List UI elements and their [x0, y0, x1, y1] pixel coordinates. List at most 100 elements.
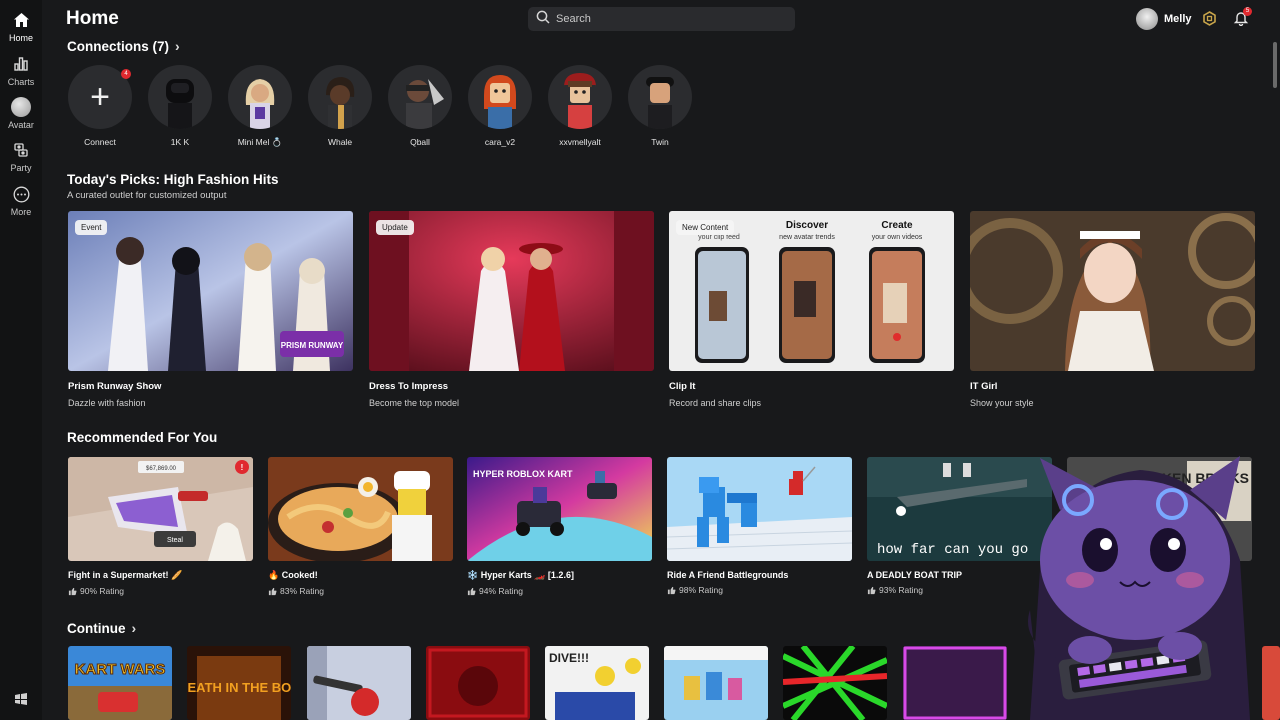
pick-tag: New Content: [676, 220, 735, 235]
connection-item[interactable]: cara_v2: [468, 65, 532, 147]
sidebar-item-party[interactable]: Party: [0, 140, 42, 173]
thumbs-up-icon: [667, 586, 676, 594]
pick-card[interactable]: your clip feed Discover new avatar trend…: [669, 211, 954, 408]
pick-title: Prism Runway Show: [68, 381, 162, 392]
steal-text: Steal: [167, 537, 183, 544]
continue-game-tile[interactable]: [903, 646, 1007, 720]
rating-text: 98% Rating: [679, 585, 723, 595]
connection-item[interactable]: xxvmellyalt: [548, 65, 612, 147]
thumbs-up-icon: [68, 587, 77, 595]
game-rating: 98% Rating: [667, 585, 852, 595]
connection-item[interactable]: Qball: [388, 65, 452, 147]
avatar: [388, 65, 452, 129]
game-thumbnail: HYPER ROBLOX KART: [467, 457, 652, 561]
clip-right-title: Create: [881, 220, 913, 231]
avatar-icon: [11, 97, 31, 117]
connection-item[interactable]: 1K K: [148, 65, 212, 147]
roblox-home-app: Home Charts Avatar Party More Home Searc…: [0, 0, 1280, 720]
pick-title: Clip It: [669, 381, 696, 392]
game-title: Fight in a Supermarket! 🥖: [68, 570, 183, 580]
continue-game-tile[interactable]: [307, 646, 411, 720]
continue-game-tile[interactable]: [664, 646, 768, 720]
connection-name: 1K K: [170, 137, 190, 147]
game-card[interactable]: $67,869.00 ! Steal Fight in a Supermarke…: [68, 457, 253, 596]
sidebar: Home Charts Avatar Party More: [0, 0, 42, 720]
sidebar-item-avatar[interactable]: Avatar: [0, 97, 42, 130]
picks-heading-label: Today's Picks: High Fashion Hits: [67, 172, 279, 187]
search-input[interactable]: [556, 13, 776, 25]
dive-logo: DIVE!!!: [549, 651, 589, 665]
pick-thumbnail: [970, 211, 1255, 371]
avatar: [308, 65, 372, 129]
clip-mid-sub: new avatar trends: [779, 234, 835, 241]
clip-mid-title: Discover: [786, 220, 828, 231]
pick-thumbnail: Update: [369, 211, 654, 371]
game-rating: 83% Rating: [268, 586, 453, 596]
continue-heading[interactable]: Continue ›: [67, 620, 136, 636]
continue-game-tile[interactable]: DIVE!!!: [545, 646, 649, 720]
connect-badge: 4: [121, 69, 131, 79]
sidebar-item-home[interactable]: Home: [0, 10, 42, 43]
pick-subtitle: Show your style: [970, 398, 1034, 408]
page-scrollbar[interactable]: [1273, 42, 1277, 88]
pick-thumbnail: your clip feed Discover new avatar trend…: [669, 211, 954, 371]
connection-name: cara_v2: [484, 137, 516, 147]
continue-game-tile[interactable]: KART WARS: [68, 646, 172, 720]
connection-item[interactable]: Whale: [308, 65, 372, 147]
game-title: ❄️ Hyper Karts 🏎️ [1.2.6]: [467, 570, 574, 580]
connection-item[interactable]: Twin: [628, 65, 692, 147]
sidebar-item-label: Home: [8, 33, 33, 43]
avatar: [548, 65, 612, 129]
sidebar-item-charts[interactable]: Charts: [0, 54, 42, 87]
rating-text: 94% Rating: [479, 586, 523, 596]
picks-heading: Today's Picks: High Fashion Hits: [67, 172, 279, 187]
pick-card[interactable]: PRISM RUNWAY Event Prism Runway Show Daz…: [68, 211, 353, 408]
sidebar-item-more[interactable]: More: [0, 184, 42, 217]
search-bar[interactable]: [528, 7, 795, 31]
pick-subtitle: Record and share clips: [669, 398, 762, 408]
connection-item[interactable]: Mini Mel 💍: [228, 65, 292, 148]
avatar: [628, 65, 692, 129]
rating-text: 93% Rating: [879, 585, 923, 595]
thumbs-up-icon: [467, 587, 476, 595]
pick-thumbnail: PRISM RUNWAY Event: [68, 211, 353, 371]
svg-text:!: !: [241, 463, 244, 472]
home-icon: [11, 10, 31, 30]
death-box-logo: DEATH IN THE BOX: [187, 680, 291, 695]
plus-icon: +: [90, 78, 110, 116]
avatar: [228, 65, 292, 129]
picks-subheading: A curated outlet for customized output: [67, 190, 227, 201]
more-icon: [11, 184, 31, 204]
connection-name: Qball: [410, 137, 430, 147]
pick-title: Dress To Impress: [369, 381, 449, 392]
game-card[interactable]: 🔥 Cooked! 83% Rating: [268, 457, 453, 596]
game-rating: 94% Rating: [467, 586, 652, 596]
connection-name: Connect: [84, 137, 116, 147]
connection-name: Whale: [327, 137, 353, 147]
sidebar-item-label: More: [10, 207, 32, 217]
pick-subtitle: Become the top model: [369, 398, 460, 408]
game-title: Ride A Friend Battlegrounds: [667, 570, 789, 580]
continue-game-tile[interactable]: [783, 646, 887, 720]
game-card[interactable]: Ride A Friend Battlegrounds 98% Rating: [667, 457, 852, 595]
user-profile-button[interactable]: Melly: [1136, 8, 1192, 30]
game-card[interactable]: HYPER ROBLOX KART ❄️ Hyper Karts 🏎️ [1.2…: [467, 457, 652, 596]
continue-game-tile[interactable]: [426, 646, 530, 720]
pick-tag: Update: [376, 220, 414, 235]
game-thumbnail: $67,869.00 ! Steal: [68, 457, 253, 561]
rating-text: 83% Rating: [280, 586, 324, 596]
sidebar-item-label: Party: [10, 163, 32, 173]
connection-name: Mini Mel 💍: [237, 137, 283, 147]
avatar: [148, 65, 212, 129]
kart-wars-logo: KART WARS: [75, 661, 166, 678]
connections-heading[interactable]: Connections (7) ›: [67, 38, 180, 54]
clip-right-sub: your own videos: [872, 234, 923, 241]
pick-card[interactable]: Update Dress To Impress Become the top m…: [369, 211, 654, 408]
robux-icon[interactable]: [1202, 11, 1217, 26]
pick-tag: Event: [75, 220, 108, 235]
thumbs-up-icon: [867, 586, 876, 594]
continue-game-tile[interactable]: DEATH IN THE BOX: [187, 646, 291, 720]
username: Melly: [1164, 13, 1192, 25]
pick-card[interactable]: IT Girl Show your style: [970, 211, 1255, 408]
windows-icon[interactable]: [14, 692, 28, 706]
